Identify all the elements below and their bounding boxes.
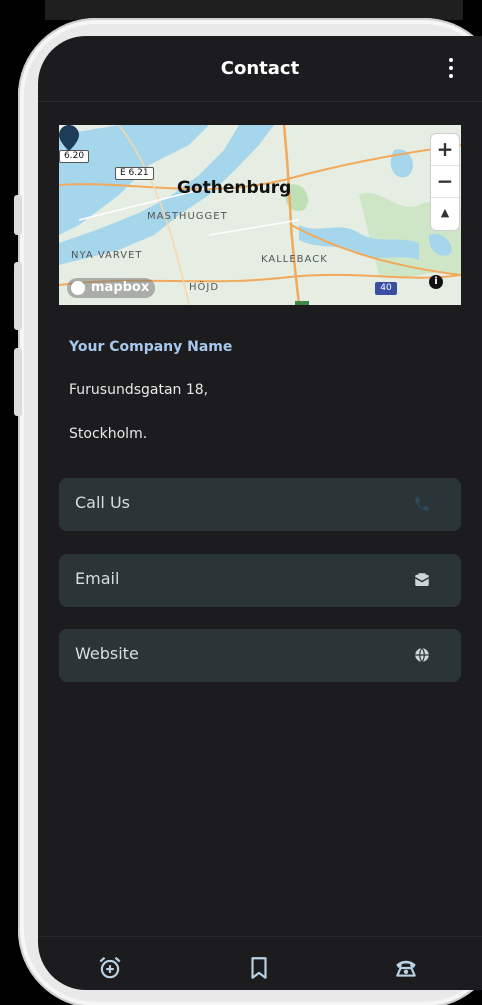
address-line: Furusundsgatan 18, bbox=[69, 382, 209, 398]
more-vert-icon[interactable] bbox=[448, 58, 454, 80]
app-screen: Contact 6.20 E 6.21 40 Gothenburg MASTHU… bbox=[38, 36, 482, 990]
road-shield-40: 40 bbox=[375, 282, 397, 295]
call-us-button[interactable]: Call Us bbox=[59, 478, 461, 531]
phone-icon bbox=[415, 497, 429, 511]
road-shield: 6.20 bbox=[59, 150, 90, 163]
map-view[interactable]: 6.20 E 6.21 40 Gothenburg MASTHUGGET NYA… bbox=[59, 125, 461, 305]
company-name: Your Company Name bbox=[69, 339, 233, 355]
website-label: Website bbox=[75, 644, 139, 663]
map-city-label: Gothenburg bbox=[177, 178, 292, 198]
app-bar: Contact bbox=[38, 36, 482, 102]
side-button-action bbox=[14, 195, 22, 235]
map-controls: + − ▲ bbox=[431, 134, 459, 230]
phone-icon[interactable] bbox=[393, 955, 419, 981]
zoom-in-button[interactable]: + bbox=[431, 134, 459, 166]
email-button[interactable]: Email bbox=[59, 554, 461, 607]
location-pin-icon[interactable] bbox=[59, 125, 79, 151]
info-icon[interactable]: i bbox=[429, 275, 443, 289]
email-icon bbox=[414, 573, 430, 586]
zoom-out-button[interactable]: − bbox=[431, 166, 459, 198]
email-label: Email bbox=[75, 569, 120, 588]
page-title: Contact bbox=[220, 58, 300, 79]
website-button[interactable]: Website bbox=[59, 629, 461, 682]
globe-icon bbox=[415, 647, 429, 663]
map-district-label: NYA VARVET bbox=[71, 250, 143, 261]
map-district-label: KALLEBACK bbox=[261, 254, 328, 265]
compass-button[interactable]: ▲ bbox=[431, 198, 459, 230]
top-strip bbox=[45, 0, 463, 20]
call-us-label: Call Us bbox=[75, 493, 130, 512]
side-button-volume-down bbox=[14, 348, 22, 416]
map-district-label: MASTHUGGET bbox=[147, 211, 228, 222]
road-shield: E 6.21 bbox=[115, 167, 154, 180]
bottom-navigation bbox=[38, 936, 482, 990]
side-button-volume-up bbox=[14, 262, 22, 330]
map-district-label: HÖJD bbox=[189, 282, 220, 293]
bookmark-icon[interactable] bbox=[246, 955, 272, 981]
mapbox-logo: mapbox bbox=[67, 278, 156, 298]
alarm-add-icon[interactable] bbox=[97, 955, 123, 981]
address-city: Stockholm. bbox=[69, 426, 148, 442]
